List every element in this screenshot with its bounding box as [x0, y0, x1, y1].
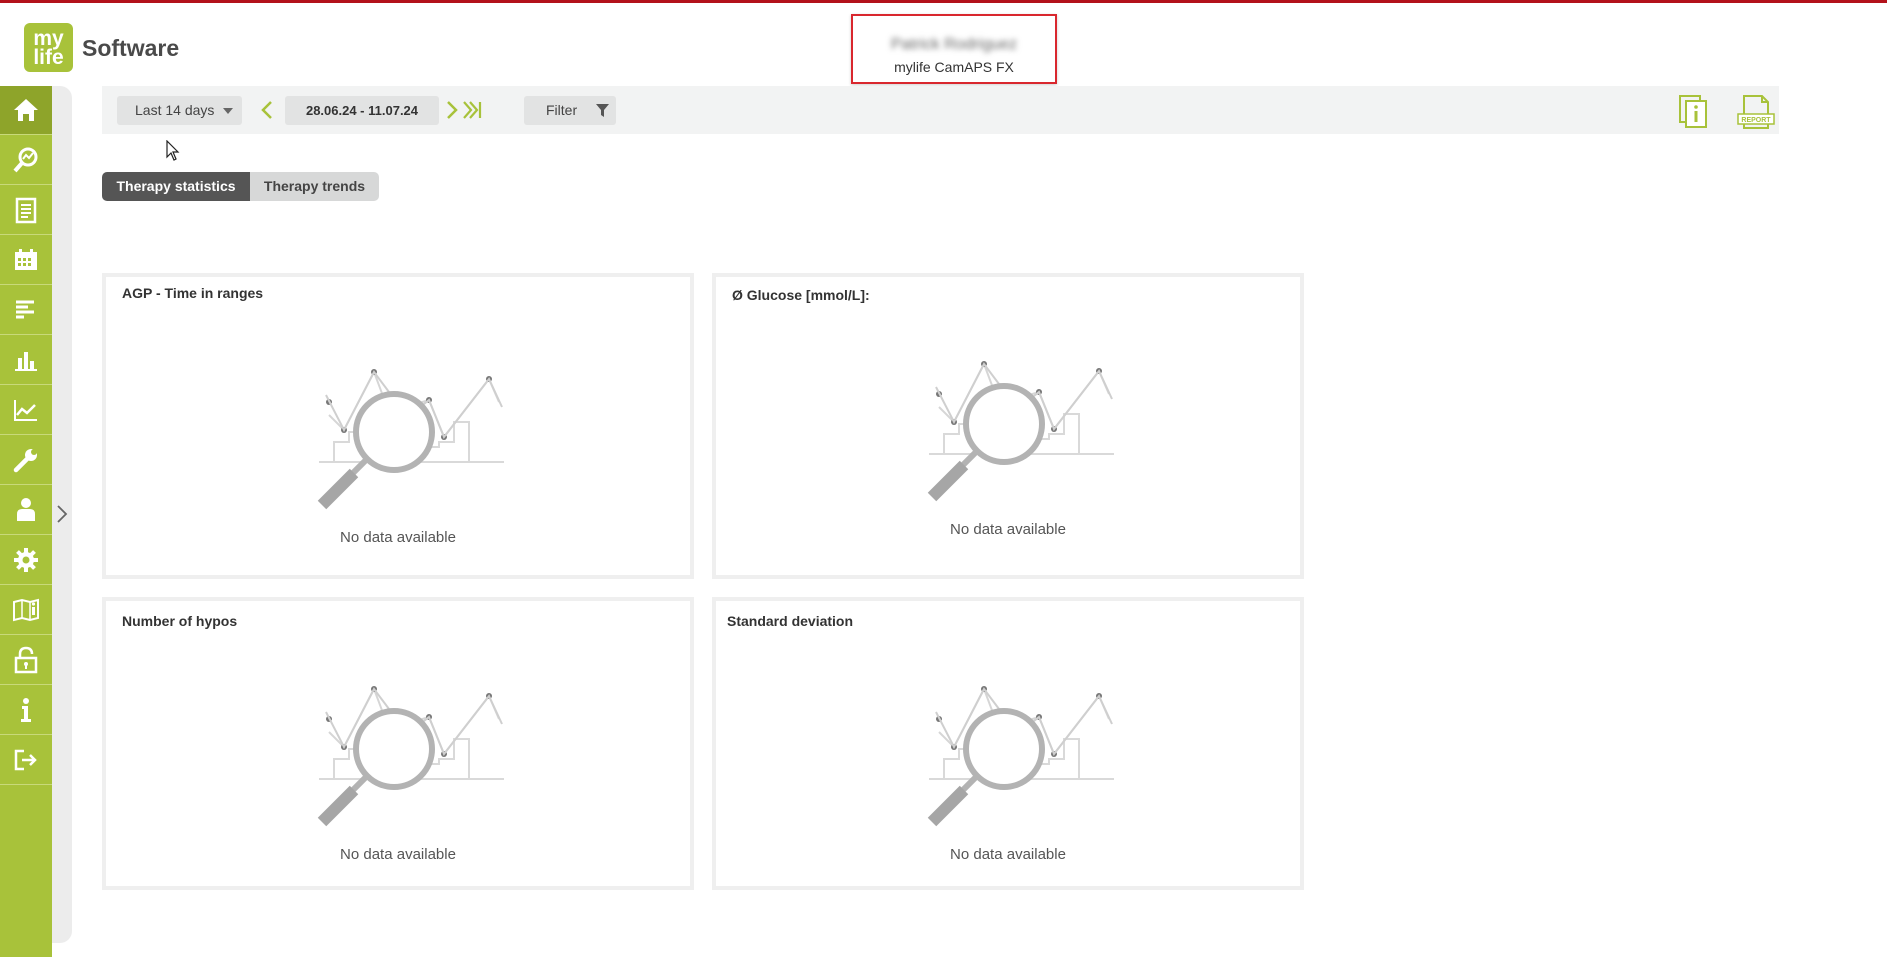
logout-icon	[14, 749, 37, 771]
patient-info-box: Patrick Rodriguez mylife CamAPS FX	[851, 14, 1057, 84]
brand-title: Software	[82, 35, 180, 61]
mouse-cursor-icon	[166, 140, 180, 161]
card-average-glucose: Ø Glucose [mmol/L]: No data available	[712, 273, 1304, 579]
sidebar-item-tools[interactable]	[0, 436, 52, 485]
sidebar-item-bar-chart[interactable]	[0, 336, 52, 385]
no-data-magnifier-icon	[924, 674, 1114, 834]
filter-button[interactable]: Filter	[524, 96, 616, 125]
logbook-icon	[15, 197, 37, 224]
line-chart-icon	[14, 400, 37, 421]
no-data-magnifier-icon	[314, 674, 504, 834]
manual-icon	[13, 598, 39, 622]
empty-state-text: No data available	[340, 846, 456, 863]
caret-down-icon	[223, 108, 233, 114]
date-range-display[interactable]: 28.06.24 - 11.07.24	[285, 96, 439, 125]
info-icon	[21, 698, 31, 722]
unlock-icon	[14, 646, 38, 674]
date-range-select[interactable]: Last 14 days	[117, 96, 242, 125]
empty-state-text: No data available	[950, 846, 1066, 863]
sidebar-item-settings[interactable]	[0, 536, 52, 585]
card-standard-deviation: Standard deviation No data available	[712, 597, 1304, 890]
sidebar-item-calendar[interactable]	[0, 236, 52, 285]
home-icon	[14, 99, 38, 121]
tab-therapy-trends[interactable]: Therapy trends	[250, 172, 379, 201]
top-accent-bar	[0, 0, 1887, 3]
gear-icon	[14, 548, 38, 572]
funnel-icon	[596, 104, 609, 117]
card-title: Number of hypos	[122, 613, 238, 629]
tab-therapy-statistics[interactable]: Therapy statistics	[102, 172, 250, 201]
sidebar-item-home[interactable]	[0, 86, 52, 135]
card-title: Ø Glucose [mmol/L]:	[732, 287, 870, 303]
sidebar-expand-arrow-icon[interactable]	[56, 504, 68, 524]
sidebar-item-lock[interactable]	[0, 636, 52, 685]
sidebar	[0, 86, 52, 957]
view-tabs: Therapy statistics Therapy trends	[102, 172, 379, 201]
list-icon	[16, 300, 34, 319]
mylife-logo: my life	[24, 23, 73, 72]
next-period-icon[interactable]	[445, 99, 459, 121]
card-title: Standard deviation	[727, 613, 854, 629]
patient-icon	[17, 498, 35, 521]
wrench-icon	[13, 449, 37, 473]
card-agp-time-in-ranges: AGP - Time in ranges No data available	[102, 273, 694, 579]
sidebar-item-patient[interactable]	[0, 486, 52, 535]
analysis-icon	[13, 147, 38, 173]
toolbar: Last 14 days 28.06.24 - 11.07.24 Filter …	[102, 86, 1779, 134]
card-number-of-hypos: Number of hypos No data available	[102, 597, 694, 890]
sidebar-item-logout[interactable]	[0, 736, 52, 785]
device-name: mylife CamAPS FX	[894, 59, 1014, 75]
sidebar-item-manual[interactable]	[0, 586, 52, 635]
empty-state-text: No data available	[950, 521, 1066, 538]
previous-period-icon[interactable]	[260, 99, 274, 121]
empty-state-text: No data available	[340, 529, 456, 546]
sidebar-item-line-chart[interactable]	[0, 386, 52, 435]
calendar-icon	[15, 249, 37, 270]
sidebar-item-logbook[interactable]	[0, 186, 52, 235]
report-icon[interactable]: REPORT	[1736, 94, 1776, 130]
no-data-magnifier-icon	[924, 349, 1114, 509]
patient-name: Patrick Rodriguez	[890, 36, 1018, 53]
sidebar-item-analysis[interactable]	[0, 136, 52, 185]
bar-chart-icon	[15, 352, 37, 371]
sidebar-item-list[interactable]	[0, 286, 52, 335]
last-period-icon[interactable]	[462, 99, 482, 121]
svg-text:REPORT: REPORT	[1741, 117, 1771, 124]
sidebar-item-info[interactable]	[0, 686, 52, 735]
card-title: AGP - Time in ranges	[122, 285, 264, 301]
device-info-icon[interactable]	[1678, 94, 1708, 128]
no-data-magnifier-icon	[314, 357, 504, 517]
